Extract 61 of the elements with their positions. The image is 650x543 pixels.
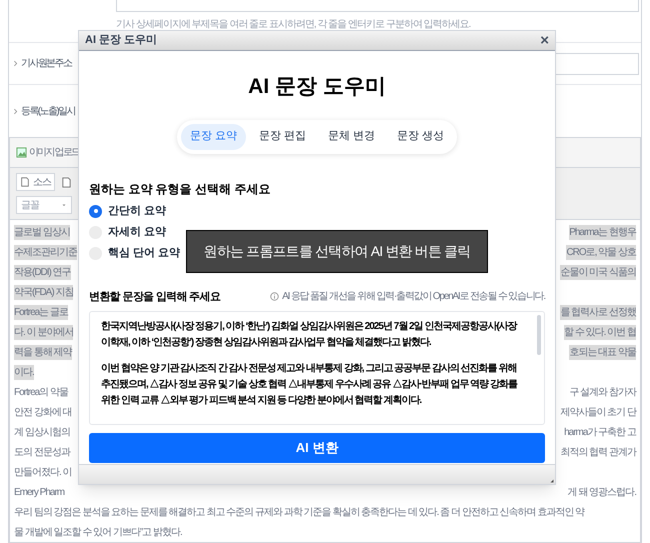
article-text: 순물이 미국 식품의	[560, 264, 636, 280]
article-text: 만들어졌다. 이	[14, 466, 72, 480]
input-paragraph: 이번 협약은 양 기관 감사조직 간 감사 전문성 제고와 내부통제 강화, 그리고 공공부문 감사의 선진화를 위해 추진됐으며, △감사 정보 공유 및 기술 상호 협력 △내부통제 우수사례 공유 △감사·반부패 업무 역량 강화를 위한 인력 교류 △외부 평가 피드백 분석 지원 등 다양한 분야에서 협력할 계획이다.	[101, 362, 518, 408]
info-icon	[270, 292, 280, 302]
font-select[interactable]: 글꼴	[16, 196, 72, 214]
radio-label: 자세히 요약	[108, 224, 166, 240]
article-text: 수제조관리기준	[14, 244, 77, 260]
tab[interactable]: 문장 요약	[180, 124, 246, 150]
tooltip: 원하는 프롬프트를 선택하여 AI 변환 버튼 클릭	[186, 230, 488, 273]
caret-icon	[61, 202, 67, 208]
chevron-icon	[12, 108, 19, 115]
article-text: 안전 강화에 대	[14, 406, 72, 420]
document-icon	[20, 177, 30, 187]
document-icon	[61, 176, 72, 188]
article-text: 구 설계와 참가자	[569, 386, 636, 400]
article-text: 다. 이 분야에서	[14, 324, 74, 340]
article-text: 게 돼 영광스럽다.	[568, 486, 636, 500]
article-text: 이다.	[14, 364, 34, 380]
section-label: 변환할 문장을 입력해 주세요	[89, 290, 220, 304]
dialog-heading: AI 문장 도우미	[247, 74, 387, 100]
article-text: 작용(DDI) 연구	[14, 264, 71, 280]
image-icon	[16, 147, 27, 158]
article-text: 최적의 협력 관계가	[560, 446, 636, 460]
article-text: 계 임상시험의	[14, 426, 70, 440]
article-text: 를 협력사로 선정했	[560, 304, 636, 320]
resize-grip-icon	[548, 477, 554, 483]
article-text: Pharma는 현행우	[569, 224, 636, 240]
tab[interactable]: 문장 편집	[250, 124, 315, 150]
article-text: Fortrea의 약물	[14, 386, 68, 400]
chevron-icon	[12, 60, 19, 68]
tab[interactable]: 문장 생성	[388, 124, 454, 150]
article-text: Emery Pharm	[14, 486, 64, 500]
scrollbar-thumb[interactable]	[537, 315, 541, 355]
radio-label: 간단히 요약	[108, 204, 166, 219]
hint-text: 기사 상세페이지에 부제목을 여러 줄로 표시하려면, 각 줄을 엔터키로 구분하여 입력하세요.	[116, 18, 470, 32]
article-text: 우리 팀의 강점은 분석을 요하는 문제를 해결하고 최고 수준의 규제와 과학 기준을 확실히 충족한다는 데 있다. 좀 더 안전하고 신속하며 효과적인 약	[14, 506, 584, 520]
article-text: 력을 통해 제약	[14, 344, 72, 360]
article-text: 물 개발에 일조할 수 있어 기쁘다”고 밝혔다.	[14, 526, 182, 540]
radio-label: 핵심 단어 요약	[108, 246, 180, 261]
window-title: AI 문장 도우미	[85, 33, 158, 48]
article-text: 할 수 있다. 이번 협	[564, 324, 636, 340]
input-paragraph: 한국지역난방공사(사장 정용기, 이하 ‘한난’) 김화얼 상임감사위원은 2025년 7월 2일 인천국제공항공사(사장 이학재, 이하 ‘인천공항’) 장종현 상임감사위원과 감사업무 협약을 체결했다고 밝혔다.	[101, 320, 518, 350]
article-text: 호되는 대표 약물	[569, 344, 636, 360]
close-button[interactable]: ×	[540, 33, 549, 48]
source-button[interactable]: 소스	[16, 173, 55, 191]
section-label: 원하는 요약 유형을 선택해 주세요	[89, 180, 272, 198]
article-text: 약국(FDA) 지침	[14, 284, 74, 300]
field-label: 등록(노출)일시	[21, 104, 75, 119]
article-text: 제약사들이 초기 단	[560, 406, 636, 420]
tab[interactable]: 문체 변경	[319, 124, 384, 150]
article-text: harma가 구축한 고	[564, 426, 636, 440]
article-text: CRO로, 약물 상호	[566, 244, 636, 260]
field-label: 기사원본주소	[21, 57, 72, 72]
radio-button[interactable]	[89, 204, 102, 218]
text-input-area[interactable]	[89, 311, 545, 425]
article-text: 도의 전문성과	[14, 446, 70, 460]
article-text: Fortrea는 글로	[14, 304, 68, 320]
subtitle-textarea[interactable]	[116, 0, 639, 12]
article-text: 글로벌 임상시	[14, 224, 70, 240]
notice-text: AI 응답 품질 개선을 위해 입력·출력값이 OpenAI로 전송될 수 있습니다.	[282, 290, 545, 304]
convert-button[interactable]: AI 변환	[89, 433, 545, 463]
